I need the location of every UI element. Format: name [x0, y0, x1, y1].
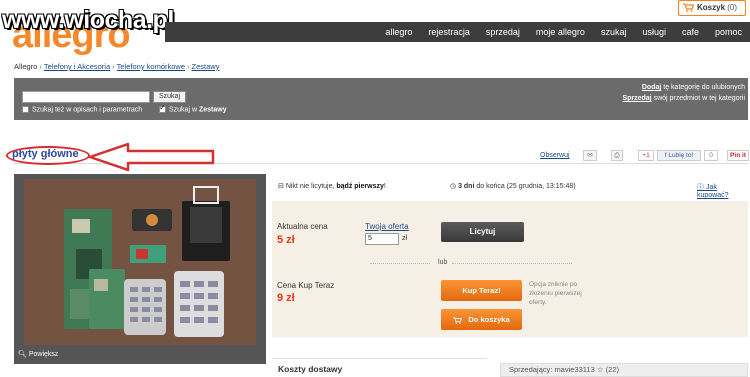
buynow-price-label: Cena Kup Teraz	[277, 281, 335, 290]
shipping-heading: Koszty dostawy	[278, 364, 343, 374]
nav-item-moje-allegro[interactable]: moje allegro	[528, 22, 593, 42]
nav-item-pomoc[interactable]: pomoc	[707, 22, 750, 42]
print-icon[interactable]: ⎙	[611, 150, 623, 161]
or-label: lub	[438, 259, 448, 266]
annotation-arrow-icon	[88, 142, 215, 172]
nav-item-cafe[interactable]: cafe	[674, 22, 707, 42]
add-favorite-text: tę kategorię do ulubionych	[661, 84, 745, 91]
breadcrumb-zestawy[interactable]: Zestawy	[192, 62, 220, 71]
email-share-icon[interactable]: ✉	[583, 150, 597, 161]
help-icon: ⓘ	[697, 184, 706, 191]
like-count: 0	[704, 150, 718, 161]
breadcrumb-separator: ›	[187, 62, 190, 71]
your-offer-label[interactable]: Twoja oferta	[365, 222, 409, 231]
cart-icon	[683, 3, 694, 12]
facebook-like-label: Lubię to!	[668, 152, 694, 159]
current-price-value: 5 zł	[277, 234, 295, 246]
breadcrumb-allegro[interactable]: Allegro	[14, 62, 37, 71]
current-price-label: Aktualna cena	[277, 222, 328, 231]
shipping-divider	[272, 358, 487, 359]
search-category-label: Zestawy	[198, 106, 227, 114]
bids-info-text: Nikt nie licytuje,	[285, 183, 337, 190]
search-descriptions-label: Szukaj też w opisach i parametrach	[32, 106, 143, 114]
facebook-like-button[interactable]: f Lubię to!	[657, 150, 701, 161]
zoom-label: Powiększ	[28, 351, 59, 358]
add-to-cart-label: Do koszyka	[468, 315, 510, 324]
add-favorite-link[interactable]: Dodaj	[642, 84, 661, 91]
bids-info-icon: ⊟	[278, 183, 286, 190]
time-left-rest: do końca (25 grudnia, 13:15:48)	[474, 183, 576, 190]
search-category-option[interactable]: Szukaj w Zestawy	[159, 103, 227, 114]
offer-unit: zł	[402, 235, 408, 242]
time-left: ◷ 3 dni do końca (25 grudnia, 13:15:48)	[450, 182, 576, 190]
cart-button[interactable]: Koszyk (0)	[678, 0, 746, 16]
favorites-links: Dodaj tę kategorię do ulubionych Sprzeda…	[540, 82, 745, 104]
or-divider	[370, 263, 430, 264]
buynow-price-value: 9 zł	[277, 292, 295, 304]
nav-item-rejestracja[interactable]: rejestracja	[420, 22, 478, 42]
sell-item-link[interactable]: Sprzedaj	[622, 95, 651, 102]
nav-item-allegro[interactable]: allegro	[377, 22, 420, 42]
breadcrumb: Allegro › Telefony i Akcesoria › Telefony ko…	[14, 62, 219, 71]
bid-button[interactable]: Licytuj	[441, 222, 524, 242]
search-input[interactable]	[22, 91, 150, 103]
watermark-text: www.wiocha.pl	[2, 6, 174, 34]
clock-icon: ◷	[450, 183, 459, 190]
how-to-buy-link[interactable]: ⓘ Jak kupować?	[697, 182, 750, 199]
offer-input[interactable]: 5	[365, 233, 399, 245]
main-nav: allegro rejestracja sprzedaj moje allegr…	[165, 22, 750, 42]
magnifier-icon: 🔍︎	[18, 351, 29, 358]
item-photo[interactable]	[24, 179, 256, 345]
seller-box[interactable]: Sprzedający: mavie33113 ☆ (22)	[500, 363, 748, 377]
pinterest-button[interactable]: Pin it	[727, 150, 749, 161]
breadcrumb-separator: ›	[39, 62, 42, 71]
observe-link[interactable]: Obserwuj	[540, 152, 570, 159]
or-divider	[452, 263, 572, 264]
search-category-label-prefix: Szukaj w	[169, 106, 199, 114]
annotation-ellipse	[6, 146, 90, 165]
cart-label: Koszyk	[697, 3, 726, 12]
time-left-days: 3 dni	[458, 183, 475, 190]
bids-info: ⊟ Nikt nie licytuje, bądź pierwszy!	[278, 182, 386, 190]
cart-icon	[453, 316, 463, 324]
bids-info-bold: bądź pierwszy	[336, 183, 384, 190]
nav-item-szukaj[interactable]: szukaj	[593, 22, 635, 42]
nav-item-sprzedaj[interactable]: sprzedaj	[478, 22, 528, 42]
zoom-link[interactable]: 🔍︎ Powiększ	[18, 350, 58, 358]
breadcrumb-telefony-komorkowe[interactable]: Telefony komórkowe	[117, 62, 185, 71]
cart-count: (0)	[727, 3, 738, 12]
search-button[interactable]: Szukaj	[153, 91, 186, 103]
buy-now-button[interactable]: Kup Teraz!	[441, 280, 522, 301]
gplus-button[interactable]: +1	[638, 150, 654, 161]
bids-info-end: !	[383, 183, 386, 190]
search-descriptions-checkbox[interactable]	[22, 106, 29, 113]
add-to-cart-button[interactable]: Do koszyka	[441, 309, 522, 330]
search-descriptions-option[interactable]: Szukaj też w opisach i parametrach	[22, 106, 142, 113]
sell-item-text: swój przedmiot w tej kategorii	[651, 95, 745, 102]
breadcrumb-telefony-i-akcesoria[interactable]: Telefony i Akcesoria	[44, 62, 110, 71]
breadcrumb-separator: ›	[112, 62, 115, 71]
nav-item-uslugi[interactable]: usługi	[634, 22, 674, 42]
buynow-note: Opcja zniknie po złożeniu pierwszej ofer…	[529, 281, 582, 306]
phone-parts-image	[24, 179, 256, 345]
search-category-checkbox[interactable]	[159, 103, 166, 113]
